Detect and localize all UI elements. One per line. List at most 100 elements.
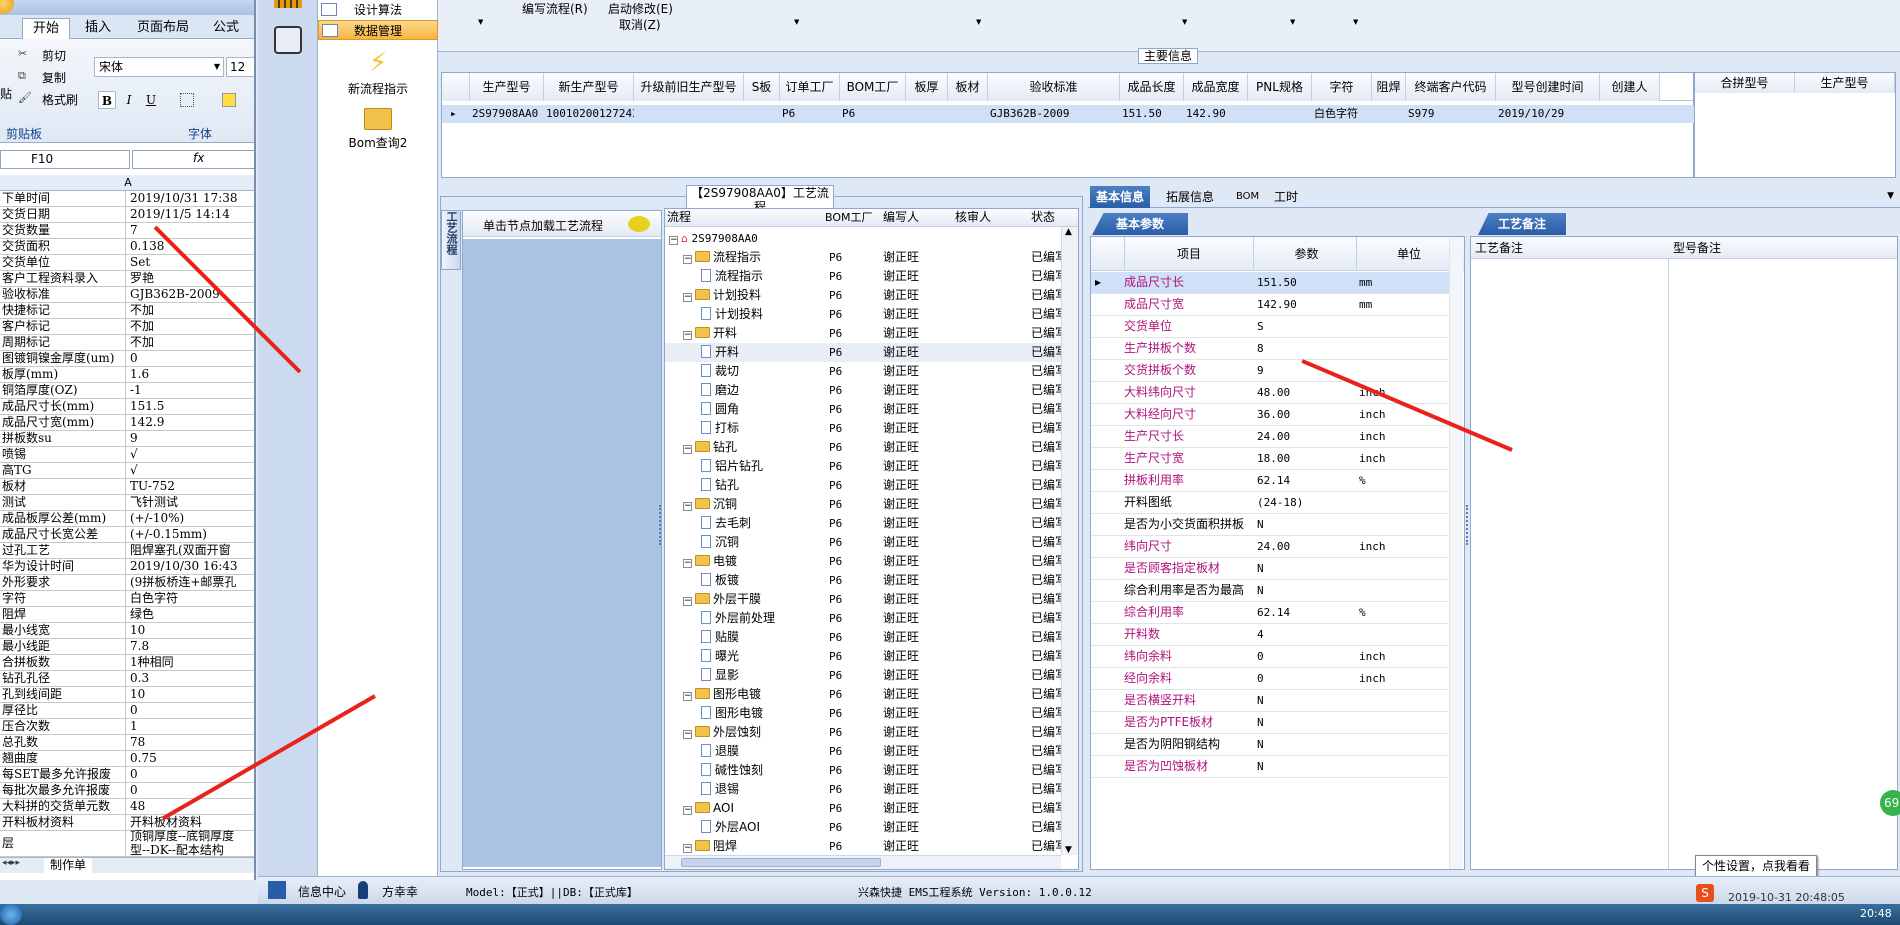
col-header[interactable]: 订单工厂 [780, 73, 840, 101]
col-header[interactable]: 板材 [948, 73, 988, 101]
row-cell[interactable]: P6 [842, 105, 906, 123]
excel-row[interactable]: 阻焊 绿色 [0, 607, 254, 623]
flow-tree-row[interactable]: − 图形电镀 P6 谢正旺 已编写 [665, 685, 1075, 704]
param-row[interactable]: 纬向尺寸 24.00 inch [1091, 536, 1463, 558]
scroll-up-icon[interactable]: ▲ [1065, 227, 1072, 237]
excel-tab-home[interactable]: 开始 [22, 18, 70, 39]
sogou-ime-icon[interactable]: S [1696, 884, 1714, 902]
excel-row[interactable]: 高TG √ [0, 463, 254, 479]
param-value[interactable]: 0 [1257, 646, 1357, 667]
collapse-icon[interactable]: − [683, 293, 692, 302]
chevron-down-icon[interactable]: ▼ [976, 18, 981, 26]
excel-row[interactable]: 交货单位 Set [0, 255, 254, 271]
copy-button[interactable]: 复制 [42, 69, 66, 86]
col-header[interactable]: 型号创建时间 [1496, 73, 1600, 101]
tab-bom[interactable]: BOM [1230, 186, 1265, 208]
param-row[interactable]: 开料数 4 [1091, 624, 1463, 646]
row-cell[interactable] [950, 105, 988, 123]
notification-badge[interactable]: 69 [1880, 790, 1900, 816]
splitter-handle[interactable] [659, 505, 663, 545]
excel-row[interactable]: 周期标记 不加 [0, 335, 254, 351]
col-header-production-model[interactable]: 生产型号 [1795, 73, 1895, 93]
param-value[interactable]: N [1257, 712, 1357, 733]
collapse-icon[interactable]: − [669, 236, 678, 245]
excel-last-row[interactable]: 层 顶铜厚度--底铜厚度 型--DK--配本结构 [0, 829, 254, 857]
collapse-icon[interactable]: − [683, 730, 692, 739]
flow-vscroll[interactable]: ▲ ▼ [1061, 227, 1078, 855]
param-value[interactable]: 24.00 [1257, 426, 1357, 447]
sheet-nav-icon[interactable]: ◂◂▸▸ [2, 858, 20, 868]
collapse-icon[interactable]: − [683, 692, 692, 701]
font-size-select[interactable]: 12 [226, 57, 254, 77]
col-header[interactable]: 字符 [1312, 73, 1372, 101]
formula-bar[interactable]: fx [132, 150, 254, 169]
calculator-icon[interactable] [274, 0, 302, 8]
row-cell[interactable]: 2019/10/29 [1498, 105, 1600, 123]
param-row[interactable]: 是否为小交货面积拼板 N [1091, 514, 1463, 536]
col-header-model-remark[interactable]: 型号备注 [1673, 237, 1721, 259]
flow-tree-row[interactable]: − 沉铜 P6 谢正旺 已编写 [665, 495, 1075, 514]
flow-tree-row[interactable]: 曝光 P6 谢正旺 已编写 [665, 647, 1075, 666]
col-header-unit[interactable]: 单位 [1359, 237, 1459, 271]
name-box[interactable]: F10 [0, 150, 130, 169]
flow-tree-row[interactable]: 贴膜 P6 谢正旺 已编写 [665, 628, 1075, 647]
col-header[interactable]: 成品宽度 [1184, 73, 1248, 101]
speech-bubble-icon[interactable] [628, 216, 650, 232]
col-header[interactable]: 验收标准 [988, 73, 1120, 101]
excel-row[interactable]: 拼板数su 9 [0, 431, 254, 447]
param-row[interactable]: ▸ 成品尺寸长 151.50 mm [1091, 272, 1463, 294]
new-flow-instruction-button[interactable]: 新流程指示 [318, 80, 438, 97]
col-header-writer[interactable]: 编写人 [883, 209, 943, 226]
param-row[interactable]: 生产拼板个数 8 [1091, 338, 1463, 360]
flow-tree-row[interactable]: 裁切 P6 谢正旺 已编写 [665, 362, 1075, 381]
chevron-down-icon[interactable]: ▼ [1353, 18, 1358, 26]
param-row[interactable]: 经向余料 0 inch [1091, 668, 1463, 690]
fill-color-icon[interactable] [222, 93, 236, 107]
collapse-icon[interactable]: − [683, 502, 692, 511]
row-cell[interactable] [1374, 105, 1406, 123]
tab-basic-info[interactable]: 基本信息 [1090, 186, 1151, 208]
col-header-reviewer[interactable]: 核审人 [955, 209, 1015, 226]
row-cell[interactable] [636, 105, 744, 123]
excel-row[interactable]: 下单时间 2019/10/31 17:38 [0, 191, 254, 207]
collapse-icon[interactable]: − [683, 597, 692, 606]
settings-tooltip[interactable]: 个性设置，点我看看 [1695, 855, 1817, 877]
params-vscroll[interactable] [1449, 237, 1463, 869]
chevron-down-icon[interactable]: ▼ [478, 18, 483, 26]
col-header[interactable]: 生产型号 [470, 73, 544, 101]
col-header[interactable]: 创建人 [1600, 73, 1660, 101]
excel-row[interactable]: 厚径比 0 [0, 703, 254, 719]
flow-tree-root[interactable]: − ⌂ 2S97908AA0 [665, 229, 1075, 248]
param-row[interactable]: 开料图纸 (24-18) [1091, 492, 1463, 514]
row-cell[interactable]: 10010200127243 [546, 105, 634, 123]
collapse-icon[interactable]: − [683, 844, 692, 853]
tab-extended-info[interactable]: 拓展信息 [1160, 186, 1220, 208]
flow-tree-row[interactable]: − 外层干膜 P6 谢正旺 已编写 [665, 590, 1075, 609]
flow-tree-row[interactable]: 外层AOI P6 谢正旺 已编写 [665, 818, 1075, 837]
param-value[interactable]: N [1257, 734, 1357, 755]
param-value[interactable]: 0 [1257, 668, 1357, 689]
param-value[interactable]: (24-18) [1257, 492, 1357, 513]
row-cell[interactable] [746, 105, 780, 123]
excel-row[interactable]: 测试 飞针测试 [0, 495, 254, 511]
flow-tree-row[interactable]: 图形电镀 P6 谢正旺 已编写 [665, 704, 1075, 723]
col-header[interactable]: PNL规格 [1248, 73, 1312, 101]
excel-row[interactable]: 客户工程资料录入 罗艳 [0, 271, 254, 287]
excel-row[interactable]: 板厚(mm) 1.6 [0, 367, 254, 383]
excel-row[interactable]: 大料拼的交货单元数 48 [0, 799, 254, 815]
param-value[interactable]: 151.50 [1257, 272, 1357, 293]
row-cell[interactable]: GJB362B-2009 [990, 105, 1120, 123]
col-header-flow[interactable]: 流程 [667, 209, 819, 226]
col-header[interactable]: 升级前旧生产型号 [634, 73, 744, 101]
chevron-down-icon[interactable]: ▼ [794, 18, 799, 26]
param-row[interactable]: 交货拼板个数 9 [1091, 360, 1463, 382]
flow-tree-row[interactable]: − 阻焊 P6 谢正旺 已编写 [665, 837, 1075, 856]
excel-row[interactable]: 华为设计时间 2019/10/30 16:43 [0, 559, 254, 575]
col-header[interactable]: 新生产型号 [544, 73, 634, 101]
start-modify-button[interactable]: 启动修改(E) [608, 0, 673, 17]
param-value[interactable]: N [1257, 514, 1357, 535]
flow-tree-row[interactable]: 沉铜 P6 谢正旺 已编写 [665, 533, 1075, 552]
row-cell[interactable]: 2S97908AA0 [472, 105, 544, 123]
scroll-down-icon[interactable]: ▼ [1065, 845, 1072, 855]
tab-labor-hours[interactable]: 工时 [1268, 186, 1304, 208]
